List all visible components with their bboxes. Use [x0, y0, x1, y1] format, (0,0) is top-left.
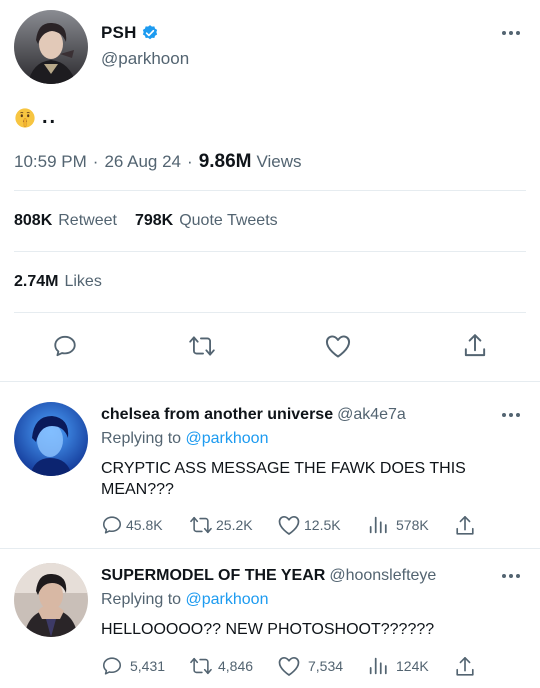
share-icon — [456, 657, 474, 676]
retweet-count: 4,846 — [218, 658, 254, 674]
views-count: 9.86M — [198, 151, 252, 172]
retweets-label: Retweet — [58, 212, 117, 229]
likes-stats-row: 2.74M Likes — [14, 273, 102, 291]
reply-actions: 45.8K 25.2K 12.5K 578K — [101, 514, 526, 538]
reply-count: 45.8K — [126, 517, 163, 533]
divider — [14, 251, 526, 252]
separator-dot: · — [187, 152, 193, 171]
likes-label: Likes — [64, 273, 102, 290]
reply-display-name[interactable]: SUPERMODEL OF THE YEAR — [101, 567, 325, 584]
author-names: PSH @parkhoon — [101, 23, 189, 69]
share-button[interactable] — [454, 514, 479, 538]
replying-prefix: Replying to — [101, 591, 182, 608]
retweets-count: 808K — [14, 212, 53, 229]
reply-text-line: HELLOOOOO?? NEW PHOTOSHOOT?????? — [101, 621, 435, 638]
avatar[interactable] — [14, 402, 88, 476]
reply-text: CRYPTIC ASS MESSAGE THE FAWK DOES THIS M… — [101, 458, 501, 500]
reply-tweet[interactable]: chelsea from another universe @ak4e7a Rep… — [0, 382, 540, 548]
tweet-time[interactable]: 10:59 PM — [14, 152, 87, 172]
reply-text: HELLOOOOO?? NEW PHOTOSHOOT?????? — [101, 619, 501, 640]
views-label: Views — [256, 152, 302, 171]
more-options-icon[interactable] — [500, 571, 522, 581]
reply-header: SUPERMODEL OF THE YEAR @hoonslefteye — [101, 567, 436, 585]
replying-to: Replying to @parkhoon — [101, 430, 268, 448]
views-icon — [369, 657, 387, 675]
replying-to: Replying to @parkhoon — [101, 591, 268, 609]
display-name-row: PSH — [101, 23, 189, 43]
likes-count: 2.74M — [14, 273, 59, 290]
views-count-button[interactable]: 578K — [367, 514, 429, 536]
views-count: 124K — [396, 658, 429, 674]
more-options-icon[interactable] — [500, 410, 522, 420]
reply-text-line: CRYPTIC ASS MESSAGE THE FAWK DOES THIS — [101, 460, 466, 477]
like-icon — [278, 656, 300, 676]
reply-handle[interactable]: @hoonslefteye — [329, 567, 436, 584]
replying-prefix: Replying to — [101, 430, 182, 447]
share-icon — [456, 516, 474, 535]
like-icon — [278, 515, 300, 535]
reply-count-button[interactable]: 5,431 — [101, 655, 165, 677]
author-display-name[interactable]: PSH — [101, 23, 137, 43]
reply-icon — [102, 516, 122, 534]
quotes-count: 798K — [134, 212, 174, 229]
more-options-icon[interactable] — [500, 28, 522, 38]
reply-display-name[interactable]: chelsea from another universe — [101, 406, 333, 423]
retweet-icon[interactable] — [188, 333, 216, 359]
author-row: PSH @parkhoon — [14, 10, 189, 84]
like-count-button[interactable]: 7,534 — [277, 655, 343, 677]
avatar[interactable] — [14, 563, 88, 637]
share-button[interactable] — [454, 655, 479, 679]
like-count: 7,534 — [308, 658, 344, 674]
author-handle[interactable]: @parkhoon — [101, 49, 189, 69]
tweet-body-text: .. — [42, 106, 58, 128]
like-icon[interactable] — [324, 333, 352, 359]
divider — [14, 190, 526, 191]
retweet-count-button[interactable]: 25.2K — [189, 514, 253, 536]
tweet-meta: 10:59 PM · 26 Aug 24 · 9.86M Views — [14, 151, 302, 173]
quotes-label: Quote Tweets — [179, 212, 278, 229]
reply-count-button[interactable]: 45.8K — [101, 514, 163, 536]
share-icon[interactable] — [462, 332, 488, 360]
reply-actions: 5,431 4,846 7,534 124K — [101, 655, 526, 679]
views-icon — [369, 516, 387, 534]
retweet-stats-row: 808K Retweet 798K Quote Tweets — [14, 212, 278, 230]
divider — [14, 312, 526, 313]
reply-text-line: MEAN??? — [101, 481, 174, 498]
retweets-stat[interactable]: 808K Retweet — [14, 212, 117, 230]
tweet-text: .. — [14, 106, 57, 129]
shushing-face-emoji-icon — [15, 107, 35, 128]
like-count: 12.5K — [304, 517, 341, 533]
quotes-stat[interactable]: 798K Quote Tweets — [135, 212, 278, 230]
verified-badge-icon — [141, 24, 159, 42]
reply-tweet[interactable]: SUPERMODEL OF THE YEAR @hoonslefteye Repl… — [0, 549, 540, 688]
views-count: 578K — [396, 517, 429, 533]
reply-icon[interactable] — [52, 333, 78, 359]
tweet-actions — [0, 330, 540, 364]
avatar[interactable] — [14, 10, 88, 84]
retweet-icon — [190, 657, 212, 675]
replying-mention[interactable]: @parkhoon — [186, 591, 269, 608]
replying-mention[interactable]: @parkhoon — [186, 430, 269, 447]
reply-icon — [102, 657, 122, 675]
like-count-button[interactable]: 12.5K — [277, 514, 341, 536]
tweet-date[interactable]: 26 Aug 24 — [104, 152, 181, 172]
likes-stat[interactable]: 2.74M Likes — [14, 273, 102, 291]
views-count-button[interactable]: 124K — [367, 655, 429, 677]
retweet-icon — [190, 516, 212, 534]
reply-header: chelsea from another universe @ak4e7a — [101, 406, 406, 424]
reply-count: 5,431 — [130, 658, 166, 674]
retweet-count: 25.2K — [216, 517, 253, 533]
reply-handle[interactable]: @ak4e7a — [337, 406, 406, 423]
main-tweet: PSH @parkhoon .. 10:59 PM · 26 Aug 24 · … — [0, 0, 540, 381]
separator-dot: · — [92, 152, 99, 171]
retweet-count-button[interactable]: 4,846 — [189, 655, 253, 677]
